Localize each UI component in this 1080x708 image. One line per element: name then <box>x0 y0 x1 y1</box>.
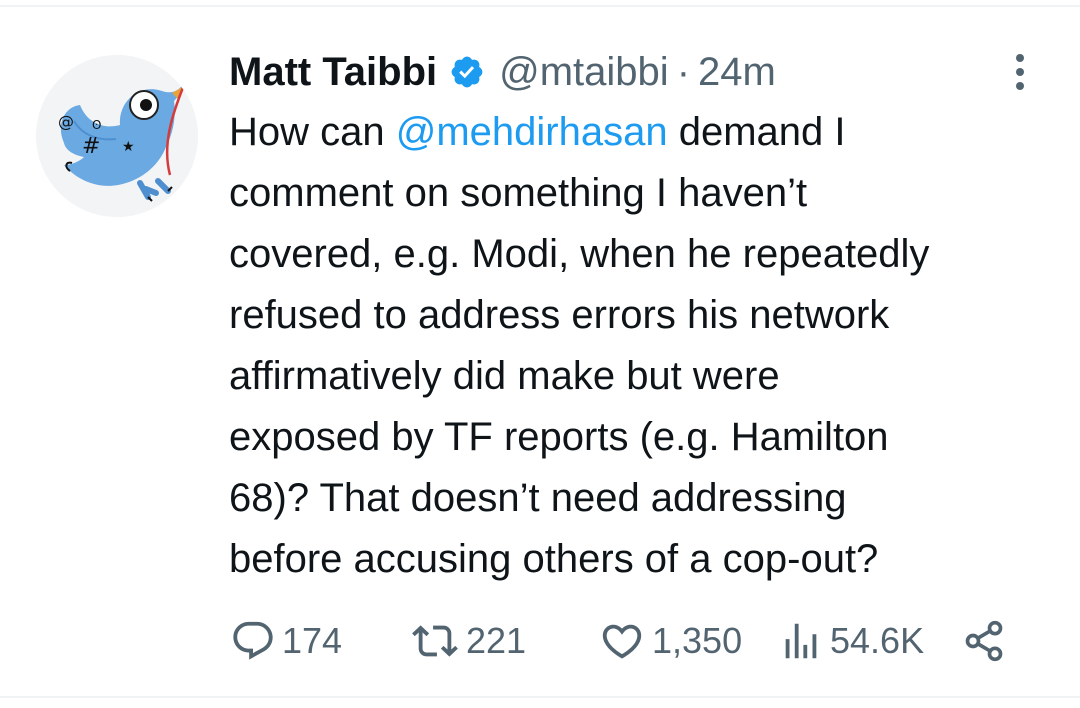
author-display-name[interactable]: Matt Taibbi <box>229 50 437 95</box>
repost-icon <box>412 625 458 657</box>
top-divider <box>0 5 1080 7</box>
like-count: 1,350 <box>652 620 743 661</box>
views-button[interactable]: 54.6K <box>778 616 924 666</box>
tweet-line: before accusing others of a cop-out? <box>229 537 879 581</box>
bottom-divider <box>0 696 1080 698</box>
svg-text:@: @ <box>58 112 74 131</box>
reply-icon <box>233 621 273 660</box>
tweet-line: 68)? That doesn’t need addressing <box>229 476 847 520</box>
tweet-text-segment: How can <box>229 110 396 154</box>
svg-text:ʘ: ʘ <box>92 118 101 132</box>
verified-badge-icon[interactable] <box>449 54 485 90</box>
reply-count: 174 <box>282 620 343 661</box>
share-button[interactable] <box>962 616 1006 666</box>
tweet-line: covered, e.g. Modi, when he repeatedly <box>229 232 930 276</box>
twitter-bird-doodle-avatar-icon: @ ʘ # ★ <box>36 55 198 217</box>
tweet-header: Matt Taibbi @mtaibbi · 24m <box>229 46 776 98</box>
author-avatar[interactable]: @ ʘ # ★ <box>36 55 198 217</box>
analytics-icon <box>785 623 817 659</box>
tweet-line: refused to address errors his network <box>229 293 890 337</box>
repost-count: 221 <box>466 620 527 661</box>
tweet-line: How can @mehdirhasan demand I <box>229 102 1049 163</box>
tweet-actions-bar: 174 221 1,350 54.6K <box>230 616 1060 666</box>
mention-link[interactable]: @mehdirhasan <box>396 110 668 154</box>
svg-text:#: # <box>82 134 100 159</box>
reply-button[interactable]: 174 <box>230 616 342 666</box>
heart-icon <box>602 624 642 659</box>
like-button[interactable]: 1,350 <box>598 616 742 666</box>
tweet-line: affirmatively did make but were <box>229 354 780 398</box>
more-options-icon[interactable] <box>1006 52 1034 92</box>
author-handle[interactable]: @mtaibbi <box>499 50 669 95</box>
repost-button[interactable]: 221 <box>410 616 526 666</box>
share-icon <box>965 620 1003 662</box>
tweet-timestamp[interactable]: 24m <box>698 50 776 95</box>
svg-text:★: ★ <box>122 139 135 155</box>
views-count: 54.6K <box>830 620 925 661</box>
tweet-line: comment on something I haven’t <box>229 171 808 215</box>
tweet-text-segment: demand I <box>667 110 846 154</box>
separator-dot: · <box>676 49 691 94</box>
tweet-line: exposed by TF reports (e.g. Hamilton <box>229 415 889 459</box>
tweet-card[interactable]: @ ʘ # ★ Matt Taibbi @mtaibbi · 24m How c… <box>0 0 1080 708</box>
tweet-text: How can @mehdirhasan demand I comment on… <box>229 102 1049 590</box>
